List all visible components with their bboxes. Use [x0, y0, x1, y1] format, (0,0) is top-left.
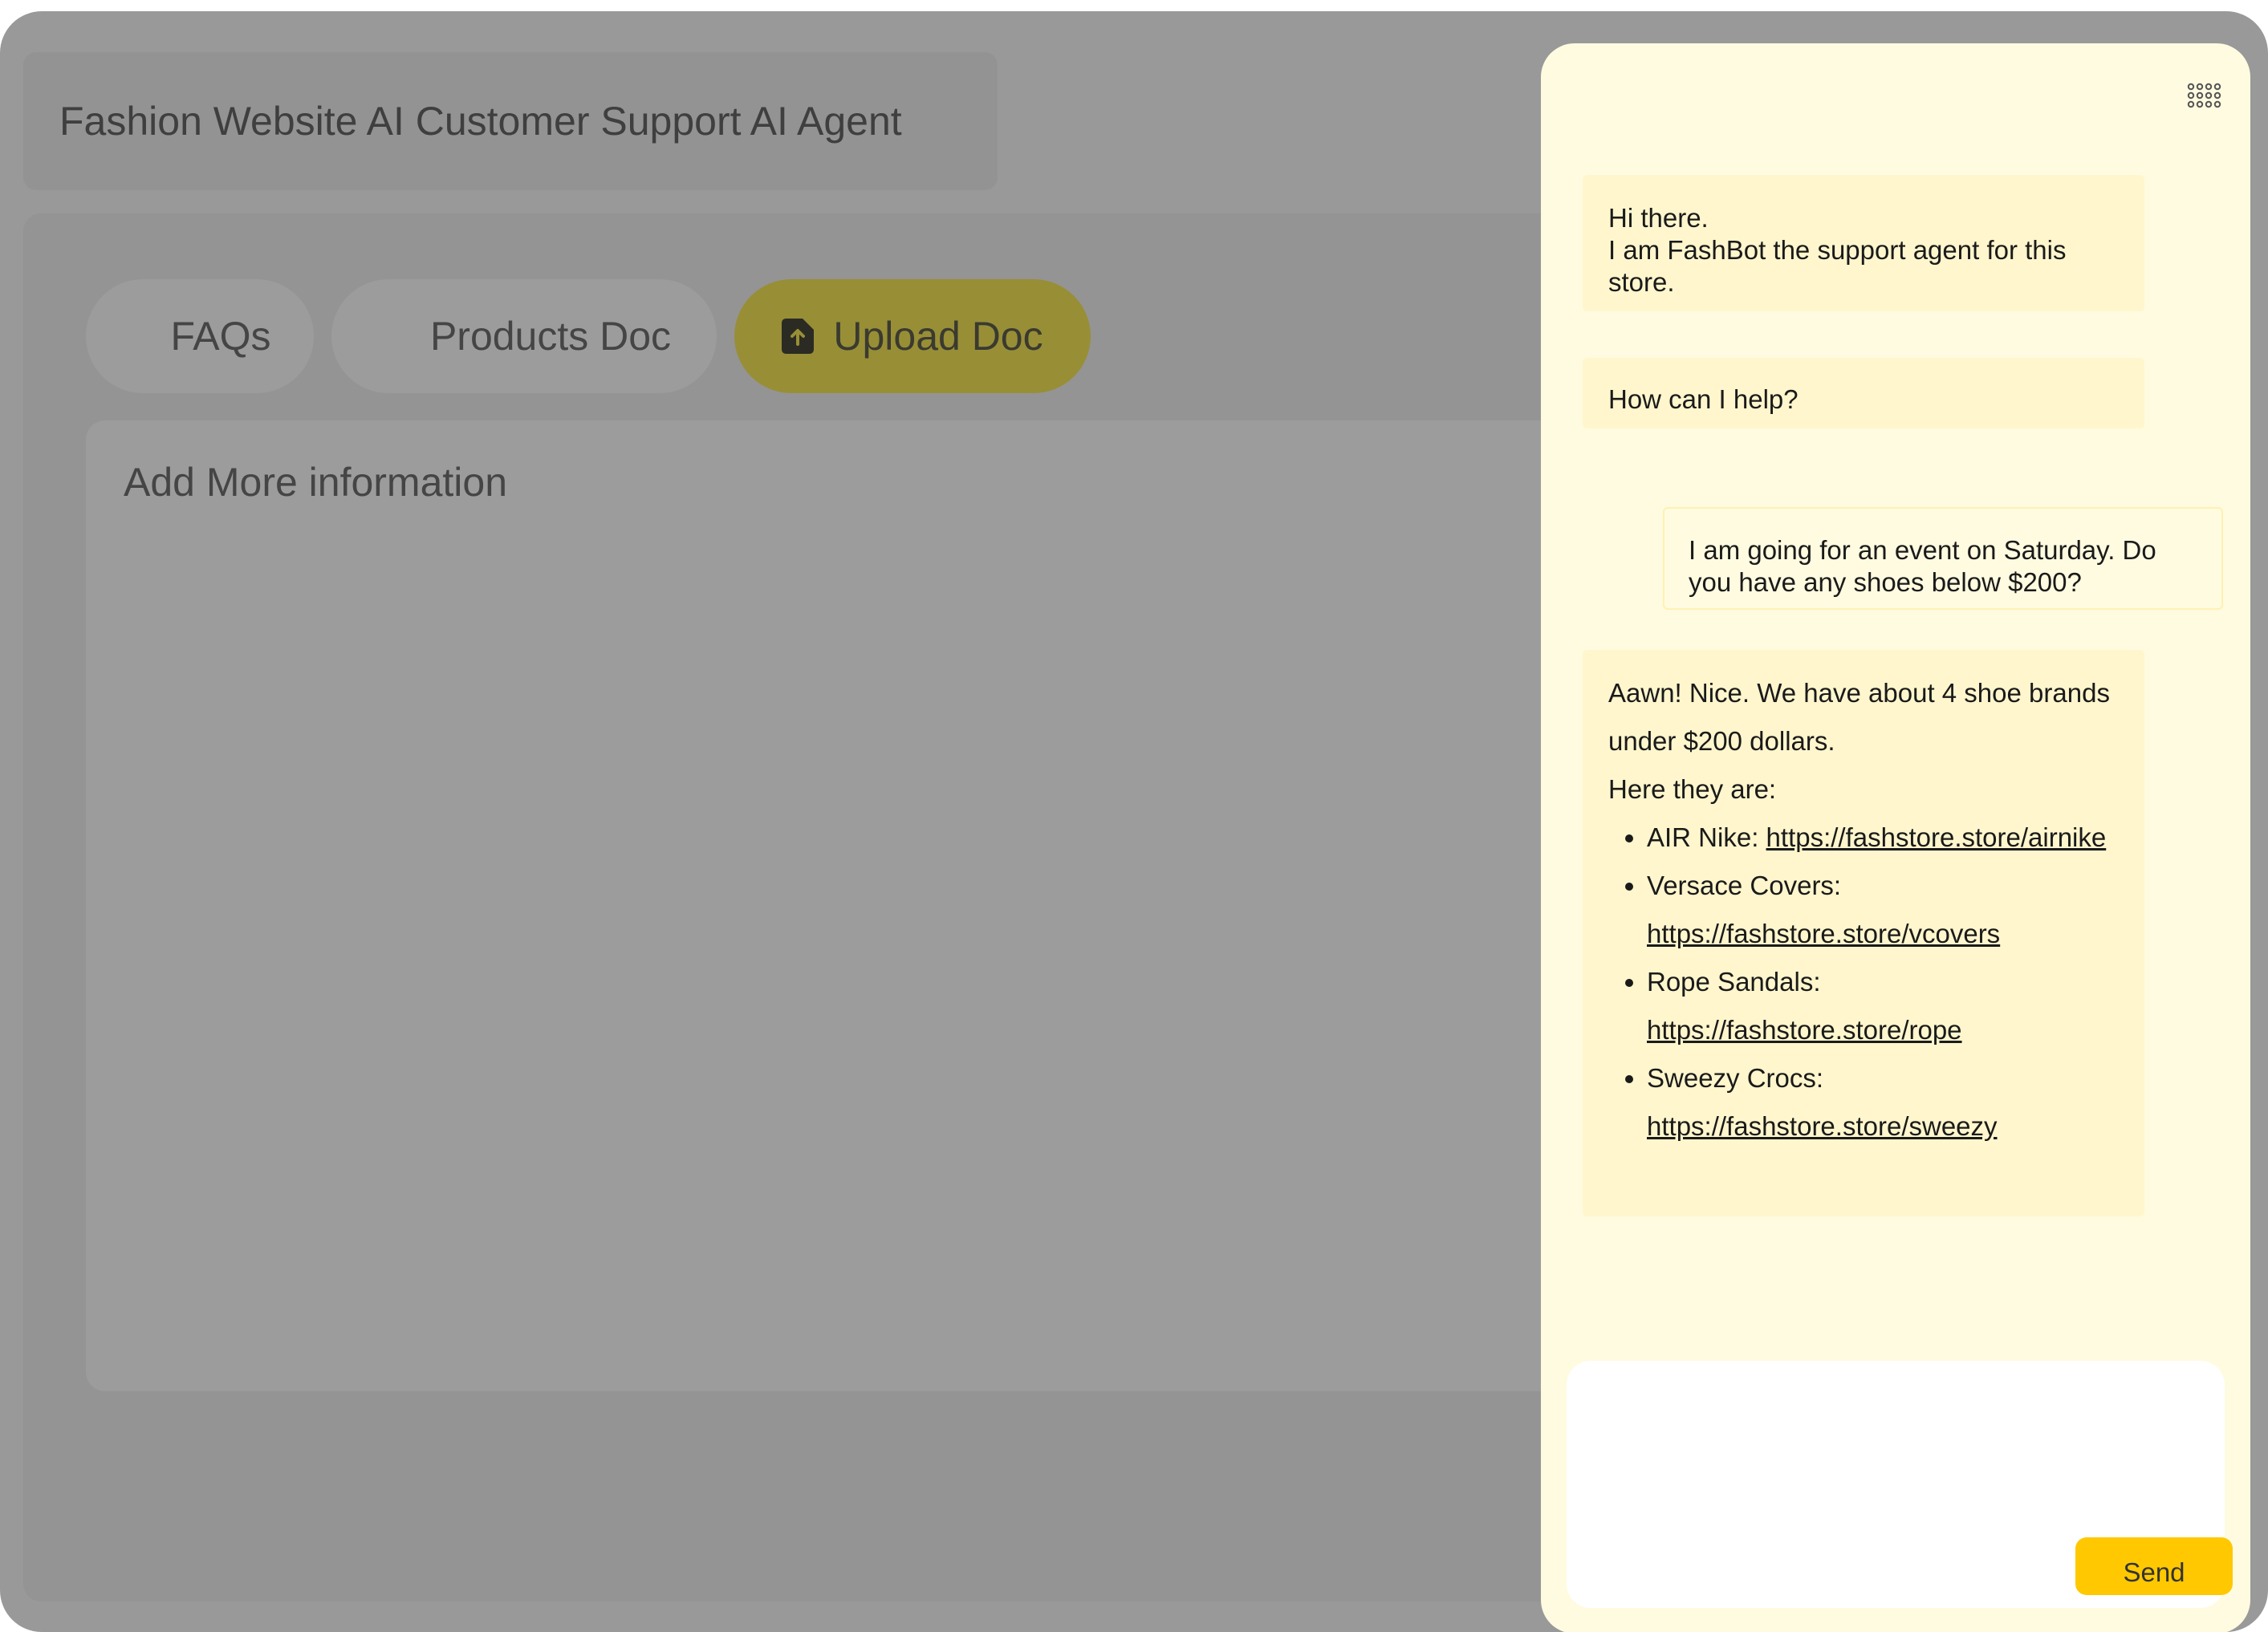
list-item: Rope Sandals: https://fashstore.store/ro… [1647, 958, 2119, 1054]
tab-upload-doc-label: Upload Doc [833, 314, 1043, 359]
user-message: I am going for an event on Saturday. Do … [1663, 507, 2223, 610]
shoe-name: AIR Nike: [1647, 822, 1766, 852]
message-text: I am going for an event on Saturday. Do … [1689, 535, 2156, 597]
list-item: Sweezy Crocs: https://fashstore.store/sw… [1647, 1054, 2119, 1151]
shoe-link[interactable]: https://fashstore.store/rope [1647, 1015, 1962, 1045]
tab-upload-doc[interactable]: Upload Doc [734, 279, 1091, 393]
shoe-name: Sweezy Crocs: [1647, 1063, 1824, 1093]
content-panel: FAQs Products Doc Upload Doc Add More in… [23, 213, 1596, 1602]
message-text: I am FashBot the support agent for this … [1608, 235, 2067, 297]
list-item: AIR Nike: https://fashstore.store/airnik… [1647, 814, 2119, 862]
message-text: Here they are: [1608, 774, 1777, 804]
chat-panel: Hi there. I am FashBot the support agent… [1541, 43, 2250, 1632]
shoe-list: AIR Nike: https://fashstore.store/airnik… [1608, 814, 2119, 1151]
message-text: Aawn! Nice. We have about 4 shoe brands … [1608, 678, 2110, 756]
tab-products-doc-label: Products Doc [429, 314, 672, 359]
tab-faqs[interactable]: FAQs [86, 279, 314, 393]
bot-message-greeting: Hi there. I am FashBot the support agent… [1583, 175, 2144, 311]
shoe-link[interactable]: https://fashstore.store/airnike [1766, 822, 2107, 852]
send-button[interactable]: Send [2075, 1537, 2233, 1595]
shoe-link[interactable]: https://fashstore.store/vcovers [1647, 919, 2000, 948]
shoe-name: Versace Covers: [1647, 871, 1842, 900]
shoe-name: Rope Sandals: [1647, 967, 1821, 997]
shoe-link[interactable]: https://fashstore.store/sweezy [1647, 1111, 1998, 1141]
doc-tabs: FAQs Products Doc Upload Doc [86, 279, 1091, 393]
bot-message-help: How can I help? [1583, 358, 2144, 428]
add-info-area[interactable]: Add More information [86, 420, 1595, 1391]
page-title-card: Fashion Website AI Customer Support AI A… [23, 52, 998, 190]
tab-products-doc[interactable]: Products Doc [331, 279, 717, 393]
page-title: Fashion Website AI Customer Support AI A… [59, 99, 902, 144]
list-item: Versace Covers: https://fashstore.store/… [1647, 862, 2119, 958]
message-text: How can I help? [1608, 384, 1799, 414]
add-info-title: Add More information [124, 460, 508, 505]
grid-dots-icon[interactable] [2186, 82, 2221, 117]
bot-message-shoe-list: Aawn! Nice. We have about 4 shoe brands … [1583, 650, 2144, 1216]
tab-faqs-label: FAQs [170, 314, 271, 359]
app-backdrop: Fashion Website AI Customer Support AI A… [0, 11, 2268, 1632]
upload-file-icon [782, 319, 815, 354]
message-text: Hi there. [1608, 203, 1709, 233]
